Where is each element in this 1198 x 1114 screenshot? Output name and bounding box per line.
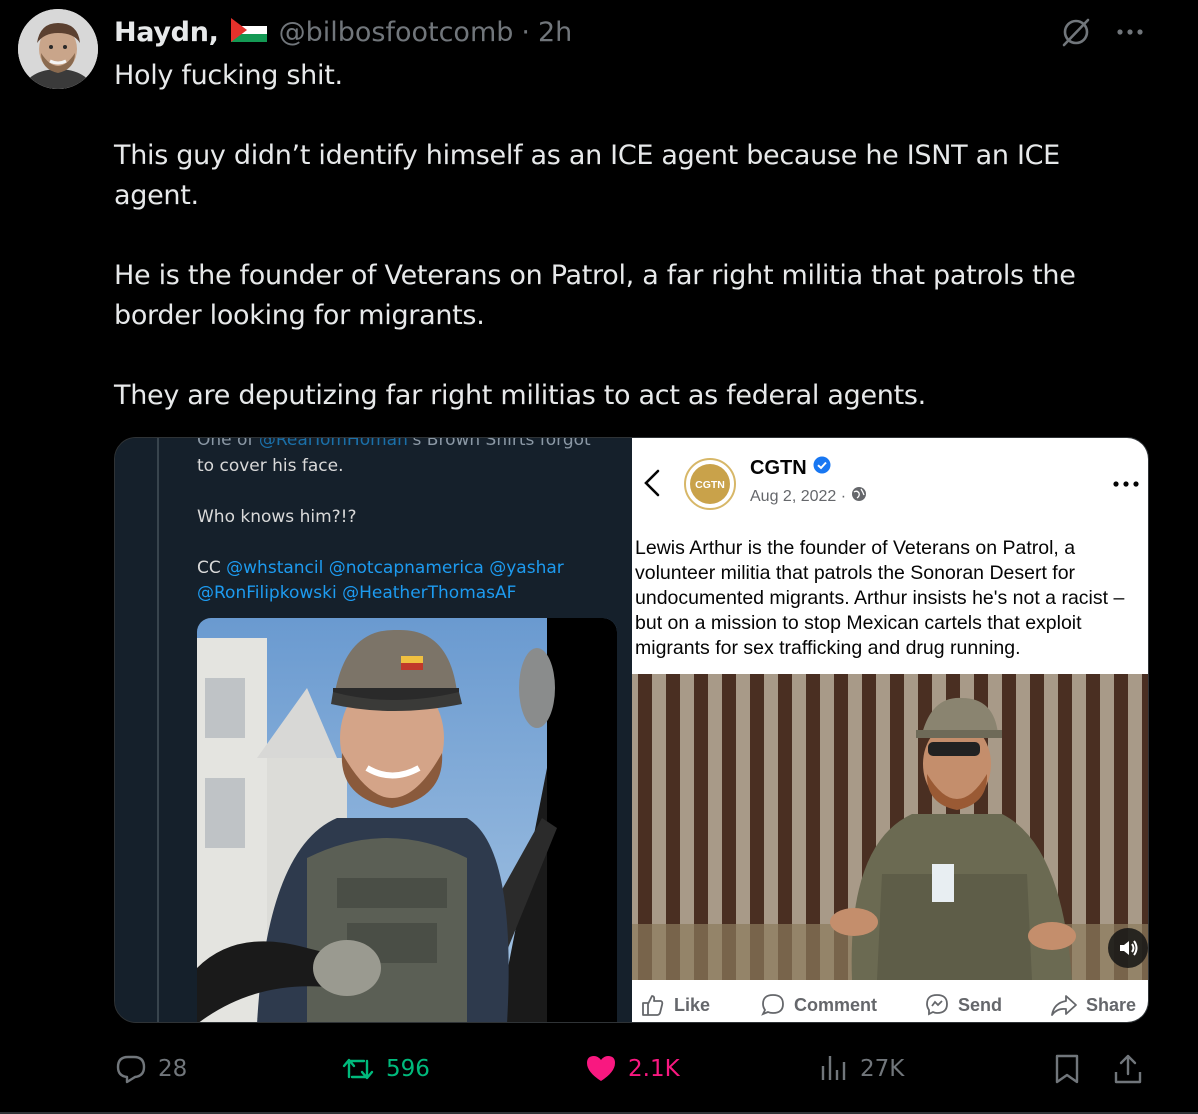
facebook-more-icon	[1112, 474, 1140, 493]
repost-icon	[342, 1058, 374, 1080]
tweet-paragraph: He is the founder of Veterans on Patrol,…	[114, 260, 1076, 331]
globe-icon	[851, 486, 867, 507]
quoted-cc-line: CC @whstancil @notcapnamerica @yashar	[197, 558, 564, 578]
share-icon	[1114, 1054, 1142, 1084]
media-attachments[interactable]: One of @RealTomHoman's Brown Shirts forg…	[114, 437, 1149, 1023]
tweet-text: Holy fucking shit. This guy didn’t ident…	[114, 56, 1114, 416]
separator-dot: ·	[521, 16, 530, 48]
repost-count: 596	[386, 1056, 430, 1082]
facebook-like-action: Like	[640, 992, 710, 1018]
bookmark-icon	[1055, 1054, 1079, 1084]
media-image-facebook-post[interactable]: CGTN CGTN Aug 2, 2022 · Lewis Arthur is …	[632, 438, 1148, 1022]
reply-count: 28	[158, 1056, 188, 1082]
views-count: 27K	[860, 1056, 905, 1082]
display-name[interactable]: Haydn,	[114, 17, 219, 48]
views-button[interactable]: 27K	[818, 1048, 904, 1090]
reply-button[interactable]: 28	[114, 1048, 187, 1090]
media-image-quoted-screenshot[interactable]: One of @RealTomHoman's Brown Shirts forg…	[115, 438, 632, 1022]
tweet-header: Haydn, @bilbosfootcomb · 2h	[114, 12, 572, 52]
thumbs-up-icon	[642, 995, 664, 1016]
quoted-text-line: Who knows him?!?	[197, 507, 357, 527]
views-icon	[821, 1056, 846, 1080]
like-button[interactable]: 2.1K	[584, 1048, 680, 1090]
facebook-comment-action: Comment	[760, 992, 877, 1018]
share-button[interactable]	[1112, 1048, 1144, 1090]
like-icon	[587, 1056, 615, 1081]
back-chevron-icon	[642, 468, 662, 502]
tweet-paragraph: They are deputizing far right militias t…	[114, 380, 926, 411]
bookmark-button[interactable]	[1052, 1048, 1082, 1090]
photo-man-at-border-fence	[632, 674, 1148, 980]
quoted-text-cut-line: One of @RealTomHoman's Brown Shirts forg…	[197, 438, 591, 450]
cgtn-logo: CGTN	[684, 458, 736, 510]
palestine-flag-icon	[230, 17, 267, 49]
facebook-page-name: CGTN	[750, 456, 831, 480]
messenger-icon	[926, 994, 948, 1016]
tweet-paragraph: Holy fucking shit.	[114, 60, 343, 91]
photo-man-in-vest	[197, 618, 617, 1022]
like-count: 2.1K	[628, 1056, 680, 1082]
facebook-send-action: Send	[924, 992, 1002, 1018]
timestamp[interactable]: 2h	[538, 17, 572, 48]
thread-line	[157, 438, 159, 1022]
comment-bubble-icon	[761, 994, 784, 1016]
grok-icon[interactable]	[1058, 14, 1094, 50]
share-arrow-icon	[1051, 995, 1077, 1016]
quoted-text-line: to cover his face.	[197, 456, 344, 476]
sound-icon[interactable]	[1108, 928, 1148, 968]
facebook-post-date: Aug 2, 2022 ·	[750, 486, 867, 507]
svg-text:CGTN: CGTN	[695, 479, 725, 491]
reply-icon	[116, 1055, 146, 1084]
tweet: Haydn, @bilbosfootcomb · 2h Holy fucking…	[0, 0, 1198, 1114]
quoted-cc-line: @RonFilipkowski @HeatherThomasAF	[197, 583, 517, 603]
avatar[interactable]	[18, 9, 98, 89]
user-handle[interactable]: @bilbosfootcomb	[279, 17, 514, 48]
tweet-paragraph: This guy didn’t identify himself as an I…	[114, 140, 1060, 211]
facebook-share-action: Share	[1050, 992, 1136, 1018]
facebook-post-text: Lewis Arthur is the founder of Veterans …	[635, 537, 1125, 659]
facebook-action-bar: Like Comment Send Share	[632, 986, 1148, 1022]
more-icon[interactable]	[1110, 14, 1150, 50]
verified-badge-icon	[813, 456, 831, 480]
repost-button[interactable]: 596	[340, 1048, 430, 1090]
tweet-action-bar: 28 596 2.1K 27K	[114, 1048, 1154, 1090]
